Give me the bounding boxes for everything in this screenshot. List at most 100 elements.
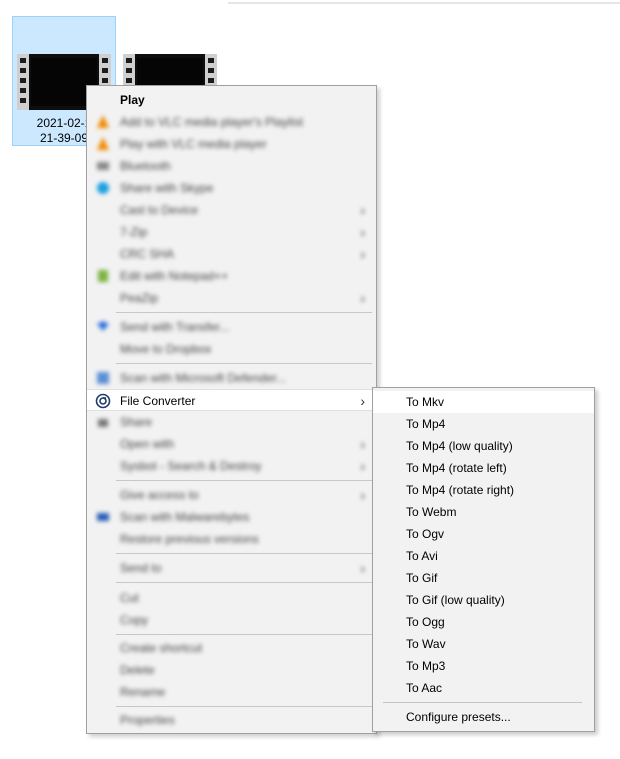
menu-item-vlc-play[interactable]: Play with VLC media player (87, 133, 376, 155)
submenu-item-to-wav[interactable]: To Wav (373, 633, 594, 655)
menu-item-skype[interactable]: Share with Skype (87, 177, 376, 199)
menu-item-label: Add to VLC media player's Playlist (120, 115, 304, 129)
menu-item-label: Rename (120, 685, 166, 699)
submenu-item-to-gif[interactable]: To Gif (373, 567, 594, 589)
menu-item-notepad[interactable]: Edit with Notepad++ (87, 265, 376, 287)
submenu-item-to-mp3[interactable]: To Mp3 (373, 655, 594, 677)
file-converter-submenu: To Mkv To Mp4 To Mp4 (low quality) To Mp… (372, 387, 595, 732)
explorer-top-border (228, 2, 620, 4)
submenu-item-label: To Wav (406, 637, 446, 651)
menu-item-cast[interactable]: Cast to Device › (87, 199, 376, 221)
menu-item-delete[interactable]: Delete (87, 659, 376, 681)
menu-item-label: Properties (120, 713, 175, 727)
menu-item-label: Give access to (120, 488, 199, 502)
menu-item-7zip[interactable]: 7-Zip › (87, 221, 376, 243)
menu-item-label: Play with VLC media player (120, 137, 267, 151)
menu-item-label: Share with Skype (120, 181, 214, 195)
submenu-item-label: To Mp4 (rotate right) (406, 483, 515, 497)
menu-item-create-shortcut[interactable]: Create shortcut (87, 637, 376, 659)
chevron-right-icon: › (360, 202, 365, 218)
menu-item-defender[interactable]: Scan with Microsoft Defender... (87, 367, 376, 389)
submenu-item-label: To Ogv (406, 527, 445, 541)
menu-item-file-converter[interactable]: File Converter › (87, 389, 376, 411)
chevron-right-icon: › (360, 246, 365, 262)
menu-item-label: Send to (120, 561, 162, 575)
menu-item-copy[interactable]: Copy (87, 609, 376, 631)
menu-item-label: Share (120, 415, 153, 429)
submenu-item-to-mp4[interactable]: To Mp4 (373, 413, 594, 435)
menu-item-cut[interactable]: Cut (87, 587, 376, 609)
menu-item-label: Create shortcut (120, 641, 203, 655)
menu-item-label: Edit with Notepad++ (120, 269, 229, 283)
menu-item-label: Move to Dropbox (120, 342, 212, 356)
submenu-item-configure-presets[interactable]: Configure presets... (373, 706, 594, 728)
menu-item-give-access[interactable]: Give access to › (87, 484, 376, 506)
chevron-right-icon: › (360, 436, 365, 452)
submenu-item-to-gif-low[interactable]: To Gif (low quality) (373, 589, 594, 611)
menu-item-label: 7-Zip (120, 225, 148, 239)
submenu-item-label: To Mkv (406, 395, 445, 409)
menu-item-properties[interactable]: Properties (87, 709, 376, 731)
menu-item-spybot[interactable]: Sysbot - Search & Destroy › (87, 455, 376, 477)
submenu-item-label: To Mp4 (406, 417, 446, 431)
vlc-icon (97, 137, 109, 150)
malwarebytes-icon (97, 513, 109, 521)
submenu-item-to-avi[interactable]: To Avi (373, 545, 594, 567)
chevron-right-icon: › (360, 487, 365, 503)
bluetooth-icon (97, 162, 109, 170)
skype-icon (97, 182, 109, 194)
menu-separator (116, 553, 372, 554)
menu-separator (116, 706, 372, 707)
submenu-item-label: To Mp3 (406, 659, 446, 673)
submenu-item-to-mp4-rotate-right[interactable]: To Mp4 (rotate right) (373, 479, 594, 501)
submenu-separator (383, 702, 582, 703)
menu-separator (116, 480, 372, 481)
menu-item-open-with[interactable]: Open with › (87, 433, 376, 455)
menu-separator (116, 312, 372, 313)
chevron-right-icon: › (360, 458, 365, 474)
vlc-icon (97, 115, 109, 128)
menu-item-play[interactable]: Play (87, 89, 376, 111)
submenu-item-label: To Ogg (406, 615, 445, 629)
menu-item-restore[interactable]: Restore previous versions (87, 528, 376, 550)
submenu-item-to-mkv[interactable]: To Mkv (373, 391, 594, 413)
context-menu: Play Add to VLC media player's Playlist … (86, 85, 377, 734)
submenu-item-label: To Mp4 (rotate left) (406, 461, 507, 475)
dropbox-icon (97, 321, 109, 331)
submenu-item-to-ogv[interactable]: To Ogv (373, 523, 594, 545)
menu-item-rename[interactable]: Rename (87, 681, 376, 703)
menu-item-share[interactable]: Share (87, 411, 376, 433)
submenu-item-label: To Avi (406, 549, 438, 563)
submenu-item-label: To Gif (low quality) (406, 593, 505, 607)
submenu-item-label: To Aac (406, 681, 443, 695)
menu-item-malwarebytes[interactable]: Scan with Malwarebytes (87, 506, 376, 528)
menu-item-label: Restore previous versions (120, 532, 259, 546)
submenu-item-to-mp4-low[interactable]: To Mp4 (low quality) (373, 435, 594, 457)
menu-item-send-to[interactable]: Send to › (87, 557, 376, 579)
chevron-right-icon: › (360, 290, 365, 306)
menu-item-label: Delete (120, 663, 155, 677)
menu-item-peazip[interactable]: PeaZip › (87, 287, 376, 309)
submenu-item-to-aac[interactable]: To Aac (373, 677, 594, 699)
menu-item-transfer[interactable]: Send with Transfer... (87, 316, 376, 338)
submenu-item-to-mp4-rotate-left[interactable]: To Mp4 (rotate left) (373, 457, 594, 479)
submenu-item-to-webm[interactable]: To Webm (373, 501, 594, 523)
menu-item-bluetooth[interactable]: Bluetooth (87, 155, 376, 177)
chevron-right-icon: › (360, 393, 365, 409)
submenu-item-label: To Mp4 (low quality) (406, 439, 513, 453)
chevron-right-icon: › (360, 560, 365, 576)
menu-item-crc[interactable]: CRC SHA › (87, 243, 376, 265)
submenu-item-to-ogg[interactable]: To Ogg (373, 611, 594, 633)
menu-item-label: Scan with Microsoft Defender... (120, 371, 287, 385)
menu-item-label: Copy (120, 613, 149, 627)
menu-item-dropbox[interactable]: Move to Dropbox (87, 338, 376, 360)
menu-item-label: Cut (120, 591, 139, 605)
menu-item-label: Bluetooth (120, 159, 171, 173)
menu-item-label: Open with (120, 437, 175, 451)
menu-separator (116, 363, 372, 364)
share-icon (98, 419, 108, 427)
menu-item-label: Send with Transfer... (120, 320, 230, 334)
submenu-item-label: To Gif (406, 571, 438, 585)
menu-item-vlc-add[interactable]: Add to VLC media player's Playlist (87, 111, 376, 133)
submenu-item-label: To Webm (406, 505, 457, 519)
